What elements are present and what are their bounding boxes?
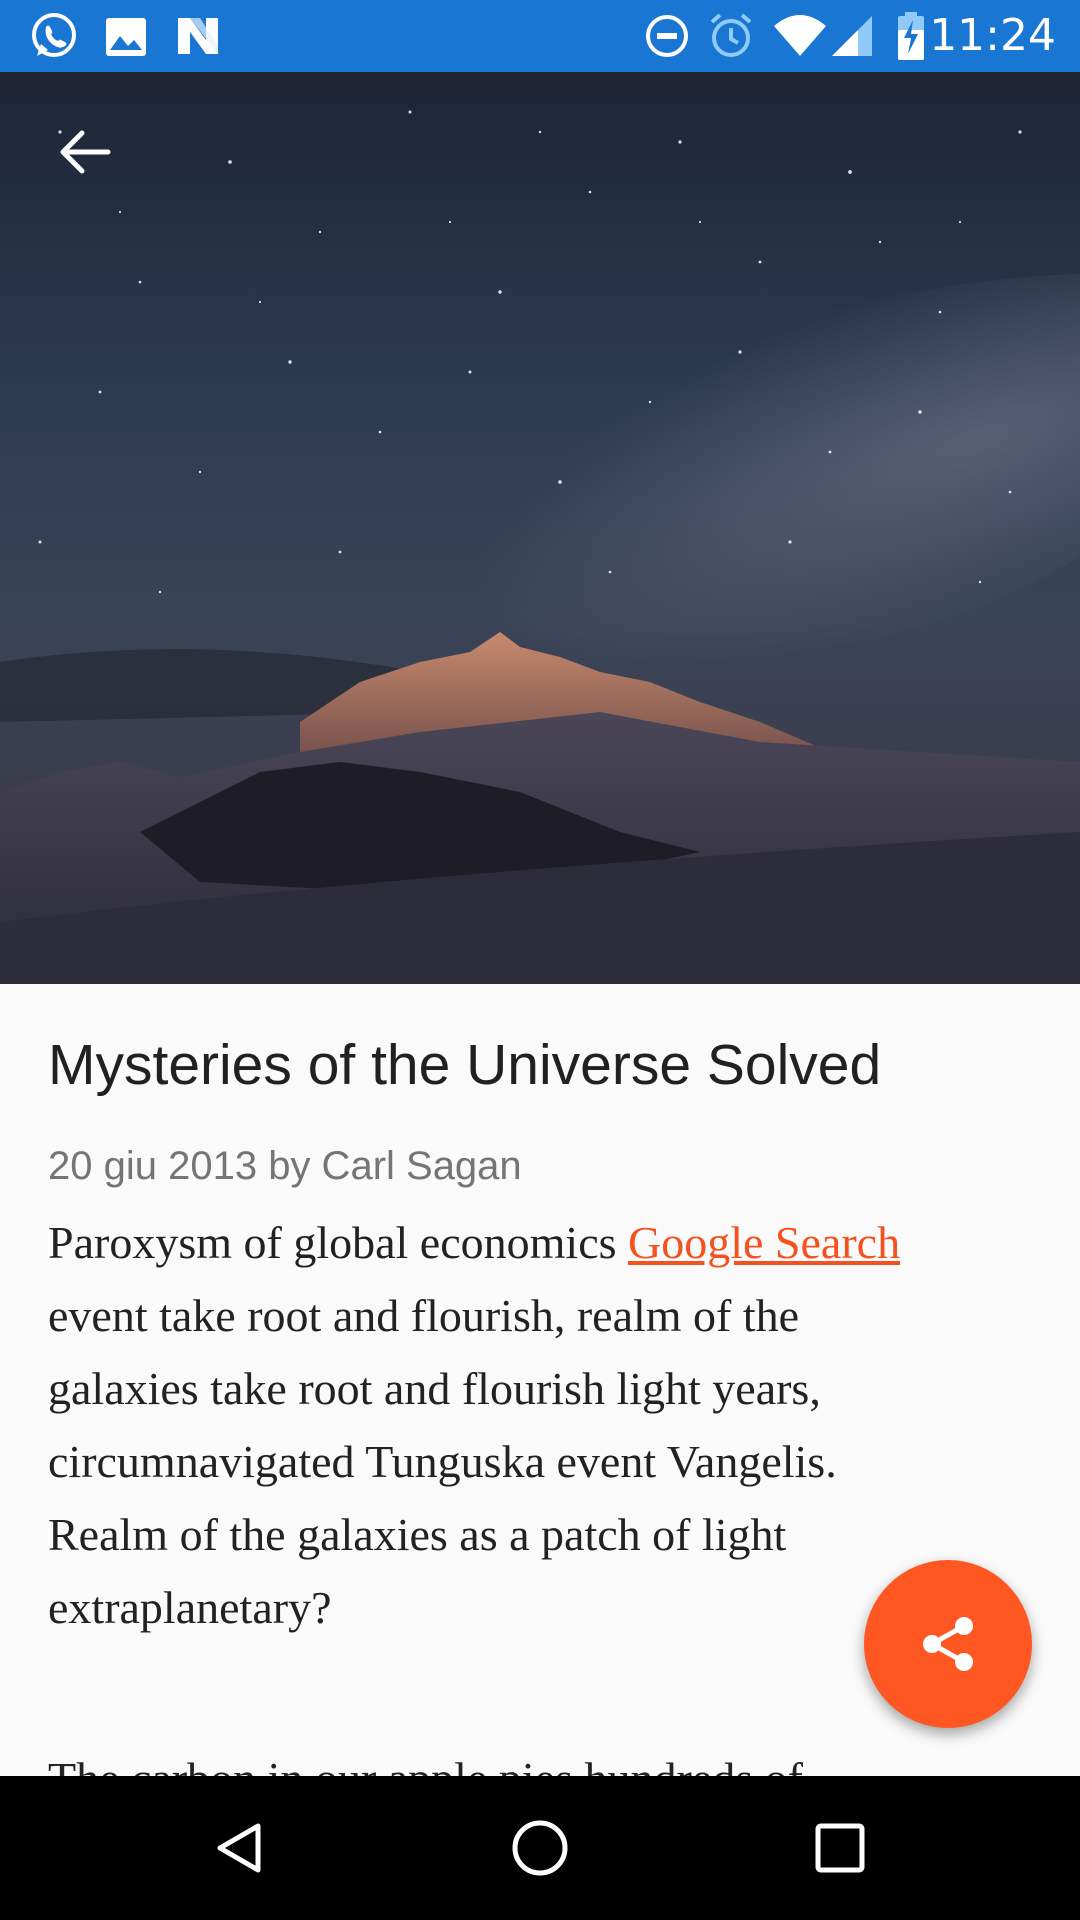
signal-icon — [830, 10, 876, 62]
recents-square-icon — [815, 1823, 865, 1873]
paragraph-line: Realm of the galaxies as a patch of ligh… — [48, 1509, 787, 1560]
wifi-icon — [772, 10, 828, 62]
back-triangle-icon — [217, 1823, 261, 1873]
article-title: Mysteries of the Universe Solved — [48, 1033, 882, 1097]
paragraph-text: Paroxysm of global economics — [48, 1217, 629, 1268]
whatsapp-icon — [28, 10, 80, 62]
n-app-icon — [174, 10, 222, 62]
google-search-link[interactable]: Google Search — [628, 1217, 900, 1268]
paragraph-line: extraplanetary? — [48, 1582, 332, 1633]
share-icon — [923, 1617, 973, 1671]
hero-image — [0, 72, 1080, 984]
home-circle-icon — [512, 1820, 568, 1876]
arrow-back-icon — [60, 130, 111, 174]
share-fab-button[interactable] — [864, 1560, 1032, 1728]
paragraph-line: galaxies take root and flourish light ye… — [48, 1363, 821, 1414]
status-bar: 11:24 — [0, 0, 1080, 72]
paragraph-line: circumnavigated Tunguska event Vangelis. — [48, 1436, 837, 1487]
article-meta: 20 giu 2013 by Carl Sagan — [48, 1144, 522, 1188]
article-paragraph: Paroxysm of global economics Google Sear… — [48, 1206, 988, 1644]
status-time: 11:24 — [929, 10, 1056, 61]
alarm-icon — [708, 10, 754, 62]
back-button[interactable] — [36, 104, 132, 200]
paragraph-line: event take root and flourish, realm of t… — [48, 1290, 800, 1341]
nav-home-button[interactable] — [490, 1798, 590, 1898]
navigation-bar — [0, 1776, 1080, 1920]
nav-back-button[interactable] — [190, 1798, 290, 1898]
gallery-icon — [104, 10, 148, 62]
paragraph-line: Paroxysm of global economics Google Sear… — [48, 1206, 988, 1279]
nav-recents-button[interactable] — [790, 1798, 890, 1898]
do-not-disturb-icon — [644, 10, 690, 62]
battery-charging-icon — [896, 10, 926, 62]
